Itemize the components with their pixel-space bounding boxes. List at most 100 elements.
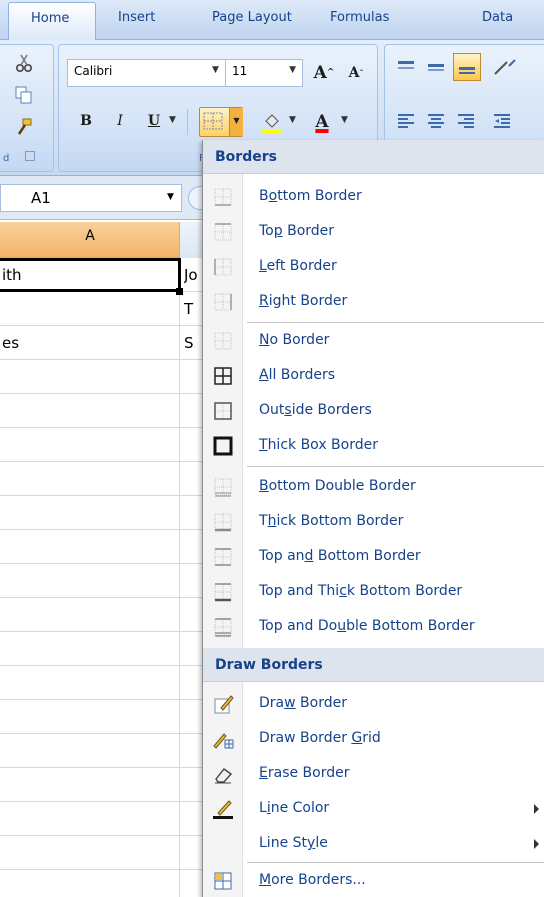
grow-font-label: A <box>313 63 327 83</box>
menu-item-label: No Border <box>259 332 330 348</box>
tab-data[interactable]: Data <box>482 10 513 25</box>
indent-icon <box>494 114 510 128</box>
menu-item-label: Draw Border <box>259 695 347 711</box>
outside-borders-icon <box>214 402 232 420</box>
menu-item-label: Thick Box Border <box>259 437 378 453</box>
align-bottom-button[interactable] <box>453 53 481 81</box>
orientation-button[interactable] <box>489 55 523 79</box>
bold-button[interactable]: B <box>73 107 99 135</box>
cell-a3[interactable]: es <box>2 334 19 352</box>
borders-button[interactable]: ▼ <box>199 107 243 137</box>
cell-b3[interactable]: S <box>184 334 202 352</box>
dialog-launcher-icon[interactable] <box>25 151 35 161</box>
menu-item-left-border[interactable]: Left Border <box>203 250 544 284</box>
draw-border-icon <box>214 695 234 714</box>
right-border-icon <box>214 293 232 311</box>
chevron-down-icon[interactable]: ▼ <box>229 108 243 136</box>
paintbrush-icon <box>17 118 32 135</box>
font-color-button[interactable]: A <box>307 107 337 137</box>
menu-item-top-and-thick-bottom-border[interactable]: Top and Thick Bottom Border <box>203 575 544 609</box>
no-border-icon <box>214 332 232 350</box>
align-center-icon <box>428 114 444 128</box>
thick-box-border-icon <box>213 436 233 456</box>
column-header-a[interactable]: A <box>0 228 180 244</box>
chevron-down-icon[interactable]: ▼ <box>167 192 174 202</box>
scissors-icon <box>15 54 33 73</box>
menu-item-label: Outside Borders <box>259 402 372 418</box>
align-center-button[interactable] <box>423 109 449 133</box>
align-right-button[interactable] <box>453 109 479 133</box>
ribbon-tab-bar: Home Insert Page Layout Formulas Data <box>0 0 544 41</box>
font-name-value: Calibri <box>74 64 113 78</box>
clipboard-group: d <box>0 44 54 172</box>
menu-item-bottom-double-border[interactable]: Bottom Double Border <box>203 470 544 504</box>
top-and-bottom-border-icon <box>214 548 232 566</box>
column-divider[interactable] <box>179 258 180 897</box>
menu-item-label: Left Border <box>259 258 337 274</box>
menu-item-label: Thick Bottom Border <box>259 513 404 529</box>
grow-font-button[interactable]: A ^ <box>309 59 339 87</box>
menu-item-more-borders[interactable]: More Borders... <box>203 864 544 897</box>
align-middle-button[interactable] <box>423 55 449 79</box>
chevron-down-icon[interactable]: ▼ <box>289 115 296 125</box>
menu-item-draw-border-grid[interactable]: Draw Border Grid <box>203 722 544 756</box>
menu-divider <box>247 466 544 467</box>
thick-bottom-border-icon <box>214 513 232 532</box>
menu-item-no-border[interactable]: No Border <box>203 324 544 358</box>
menu-item-thick-box-border[interactable]: Thick Box Border <box>203 429 544 463</box>
menu-item-line-style[interactable]: Line Style <box>203 827 544 861</box>
menu-item-label: Top and Double Bottom Border <box>259 618 475 634</box>
align-top-icon <box>398 61 414 69</box>
tab-home[interactable]: Home <box>8 2 96 41</box>
menu-item-label: Bottom Border <box>259 188 362 204</box>
chevron-right-icon <box>534 804 539 814</box>
menu-item-outside-borders[interactable]: Outside Borders <box>203 394 544 428</box>
italic-button[interactable]: I <box>107 107 133 135</box>
menu-item-erase-border[interactable]: Erase Border <box>203 757 544 791</box>
menu-item-label: More Borders... <box>259 872 366 888</box>
tab-page-layout[interactable]: Page Layout <box>212 10 292 25</box>
menu-item-bottom-border[interactable]: Bottom Border <box>203 180 544 214</box>
decrease-indent-button[interactable] <box>489 109 515 133</box>
format-painter-button[interactable] <box>11 115 37 139</box>
orientation-icon <box>494 59 516 75</box>
cell-b2[interactable]: T <box>184 300 202 318</box>
bottom-border-icon <box>214 188 232 206</box>
menu-item-top-and-bottom-border[interactable]: Top and Bottom Border <box>203 540 544 574</box>
menu-item-thick-bottom-border[interactable]: Thick Bottom Border <box>203 505 544 539</box>
tab-insert[interactable]: Insert <box>118 10 155 25</box>
chevron-down-icon[interactable]: ▼ <box>341 115 348 125</box>
menu-item-all-borders[interactable]: All Borders <box>203 359 544 393</box>
all-borders-icon <box>214 367 232 385</box>
chevron-down-icon[interactable]: ▼ <box>169 115 176 125</box>
chevron-down-icon: ▼ <box>212 65 219 75</box>
fill-color-button[interactable] <box>257 107 287 137</box>
menu-item-draw-border[interactable]: Draw Border <box>203 687 544 721</box>
align-left-button[interactable] <box>393 109 419 133</box>
menu-item-line-color[interactable]: Line Color <box>203 792 544 826</box>
copy-button[interactable] <box>11 83 37 107</box>
eraser-icon <box>215 768 233 784</box>
menu-item-label: Top and Bottom Border <box>259 548 421 564</box>
name-box[interactable]: A1 ▼ <box>0 184 182 212</box>
chevron-down-icon: ▼ <box>289 65 296 75</box>
cut-button[interactable] <box>11 51 37 75</box>
menu-item-right-border[interactable]: Right Border <box>203 285 544 319</box>
menu-item-top-and-double-bottom-border[interactable]: Top and Double Bottom Border <box>203 610 544 644</box>
menu-divider <box>247 322 544 323</box>
shrink-font-button[interactable]: Aˇ <box>341 59 371 87</box>
tab-formulas[interactable]: Formulas <box>330 10 389 25</box>
fill-handle[interactable] <box>176 288 183 295</box>
menu-item-label: Line Color <box>259 800 330 816</box>
borders-dropdown-menu: Borders Bottom Border Top Border Left Bo… <box>202 140 544 897</box>
font-size-input[interactable]: ▼ 11 ▼ <box>212 59 303 87</box>
menu-item-top-border[interactable]: Top Border <box>203 215 544 249</box>
menu-section-borders-header: Borders <box>203 140 544 174</box>
align-top-button[interactable] <box>393 55 419 79</box>
left-border-icon <box>214 258 232 276</box>
underline-button[interactable]: U <box>141 107 167 135</box>
menu-divider <box>247 862 544 863</box>
draw-border-grid-icon <box>213 733 234 749</box>
align-right-icon <box>458 114 474 128</box>
cell-b1[interactable]: Jo <box>184 266 202 284</box>
